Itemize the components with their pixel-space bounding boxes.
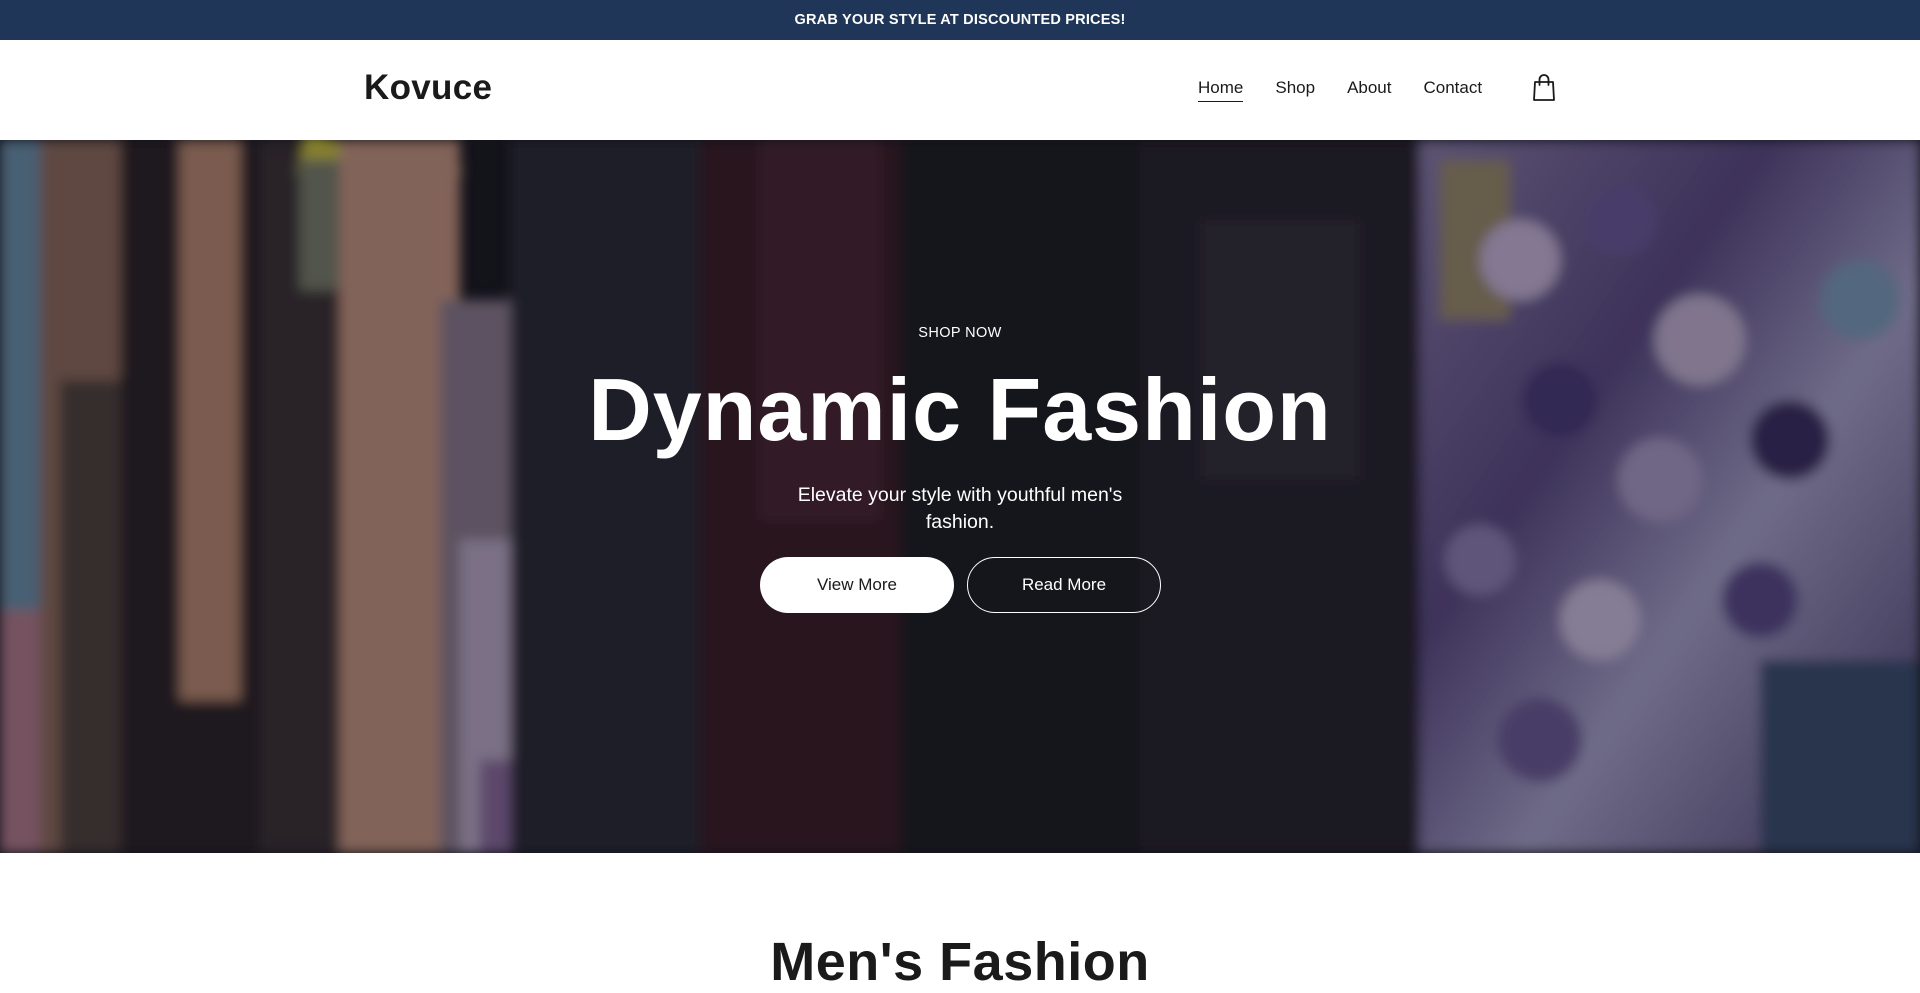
announcement-bar: GRAB YOUR STYLE AT DISCOUNTED PRICES! [0, 0, 1920, 40]
read-more-button[interactable]: Read More [967, 557, 1161, 613]
hero-button-group: View More Read More [760, 557, 1161, 613]
hero-banner: SHOP NOW Dynamic Fashion Elevate your st… [0, 140, 1920, 853]
hero-title: Dynamic Fashion [588, 360, 1332, 459]
nav-home[interactable]: Home [1198, 78, 1244, 102]
nav-contact[interactable]: Contact [1424, 78, 1483, 102]
view-more-button[interactable]: View More [760, 557, 954, 613]
shopping-bag-icon[interactable] [1532, 74, 1556, 102]
hero-subtitle: Elevate your style with youthful men's f… [797, 484, 1123, 533]
site-logo[interactable]: Kovuce [364, 68, 492, 108]
announcement-text: GRAB YOUR STYLE AT DISCOUNTED PRICES! [794, 12, 1126, 28]
main-nav: Home Shop About Contact [1198, 74, 1555, 102]
nav-about[interactable]: About [1347, 78, 1391, 102]
hero-content: SHOP NOW Dynamic Fashion Elevate your st… [0, 140, 1920, 853]
section-title: Men's Fashion [770, 932, 1150, 992]
hero-eyebrow: SHOP NOW [918, 325, 1002, 341]
site-header: Kovuce Home Shop About Contact [0, 40, 1920, 140]
nav-shop[interactable]: Shop [1275, 78, 1315, 102]
